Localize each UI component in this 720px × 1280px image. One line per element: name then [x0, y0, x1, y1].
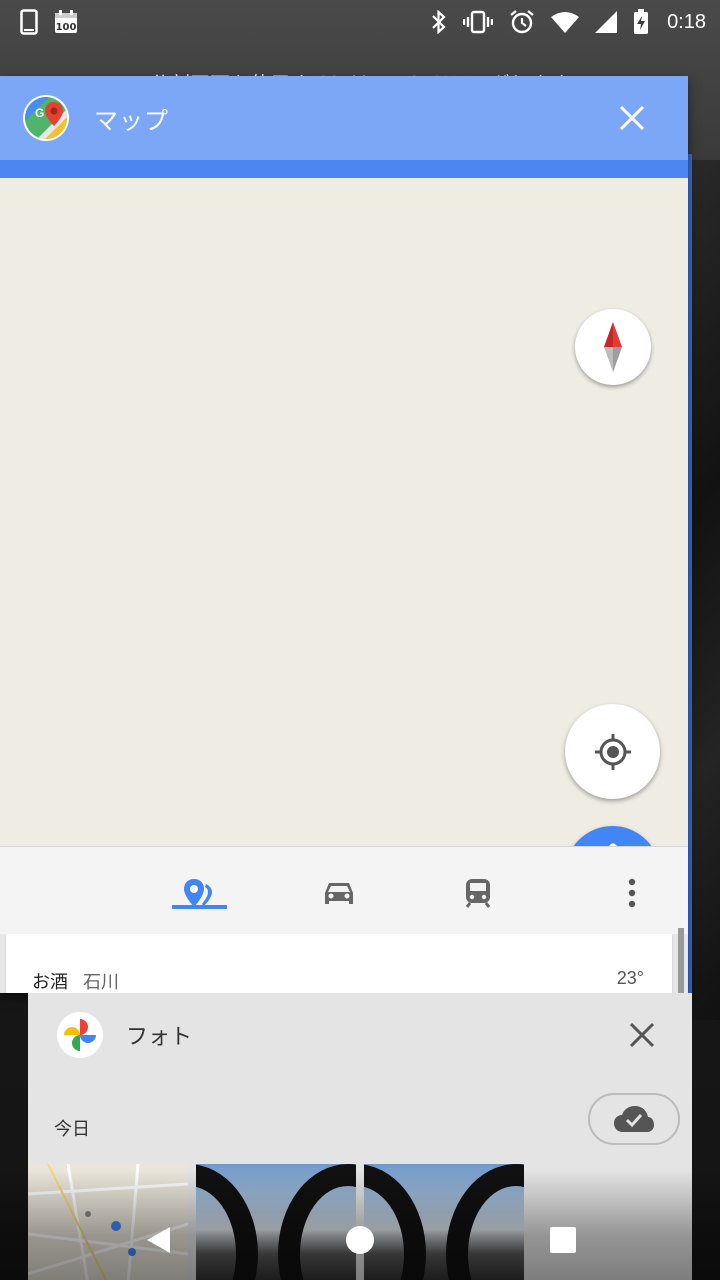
nav-home-button[interactable]	[340, 1220, 380, 1260]
tab-transit[interactable]	[450, 865, 506, 921]
result-name: お酒	[32, 972, 68, 993]
alarm-icon	[509, 9, 535, 35]
close-icon	[619, 105, 645, 131]
my-location-icon	[594, 733, 631, 770]
compass-icon	[604, 322, 622, 372]
my-location-button[interactable]	[565, 704, 660, 799]
map-canvas[interactable]: 経路 Google	[0, 178, 688, 926]
car-icon	[325, 883, 353, 904]
train-icon	[465, 879, 491, 908]
maps-bottom-tabs	[0, 846, 688, 934]
calendar-100-icon: 100	[54, 9, 78, 35]
tab-selected-indicator	[172, 905, 227, 909]
bluetooth-icon	[431, 9, 447, 35]
compass-button[interactable]	[575, 309, 651, 385]
explore-pin-icon	[184, 879, 212, 907]
tab-driving[interactable]	[311, 865, 367, 921]
cloud-done-icon	[614, 1106, 654, 1132]
nav-back-button[interactable]	[138, 1220, 178, 1260]
signal-icon	[595, 9, 618, 35]
svg-text:G: G	[35, 106, 44, 120]
maps-close-button[interactable]	[612, 98, 652, 138]
back-icon	[147, 1227, 170, 1253]
home-icon	[346, 1226, 374, 1254]
vibrate-icon	[463, 9, 494, 35]
maps-card-header[interactable]: G マップ	[0, 76, 688, 160]
maps-card-title: マップ	[94, 106, 169, 135]
section-today-label: 今日	[54, 1119, 90, 1140]
maps-app-card[interactable]: G マップ お酒 石川 23°	[0, 76, 688, 993]
result-card[interactable]: お酒 石川 23°	[6, 934, 672, 993]
google-photos-logo-icon	[57, 1012, 103, 1058]
photos-close-button[interactable]	[620, 1013, 664, 1057]
backup-status-button[interactable]	[588, 1093, 680, 1145]
close-icon	[629, 1022, 655, 1048]
tab-more[interactable]	[604, 865, 660, 921]
photos-card-header[interactable]: フォト	[28, 993, 692, 1077]
result-location: 石川	[83, 972, 119, 993]
svg-text:100: 100	[56, 22, 77, 33]
tab-explore[interactable]	[171, 865, 227, 921]
maps-top-bar	[0, 160, 688, 178]
status-bar: 100 0:18	[0, 0, 720, 44]
phone-icon	[20, 9, 38, 35]
battery-charging-icon	[633, 9, 649, 35]
photos-card-title: フォト	[126, 1025, 193, 1050]
nav-recents-button[interactable]	[543, 1220, 583, 1260]
scrollbar[interactable]	[678, 928, 684, 993]
wifi-icon	[551, 9, 580, 35]
recents-icon	[550, 1227, 576, 1253]
navigation-bar	[0, 1200, 720, 1280]
google-maps-logo-icon: G	[23, 95, 69, 141]
results-panel: お酒 石川 23°	[0, 934, 688, 993]
more-vert-icon	[628, 878, 636, 908]
result-temperature: 23°	[616, 968, 644, 988]
status-clock: 0:18	[667, 10, 706, 33]
